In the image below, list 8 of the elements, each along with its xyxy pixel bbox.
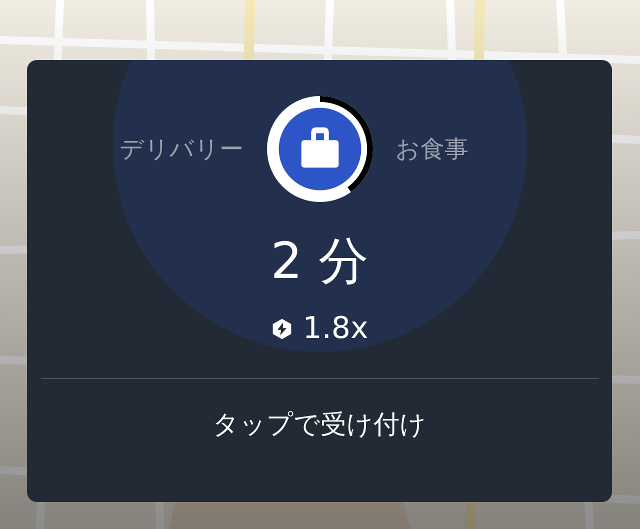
bag-timer-icon	[266, 95, 374, 203]
trip-type-label: デリバリー	[118, 134, 244, 165]
accept-prompt[interactable]: タップで受け付け	[212, 407, 426, 442]
offer-card[interactable]: デリバリー お食事 2 分 1.8x タップで受け付け	[27, 60, 612, 502]
category-label: お食事	[396, 134, 470, 165]
eta-time: 2 分	[270, 231, 368, 291]
surge-icon	[270, 316, 293, 340]
surge-multiplier: 1.8x	[302, 311, 368, 346]
